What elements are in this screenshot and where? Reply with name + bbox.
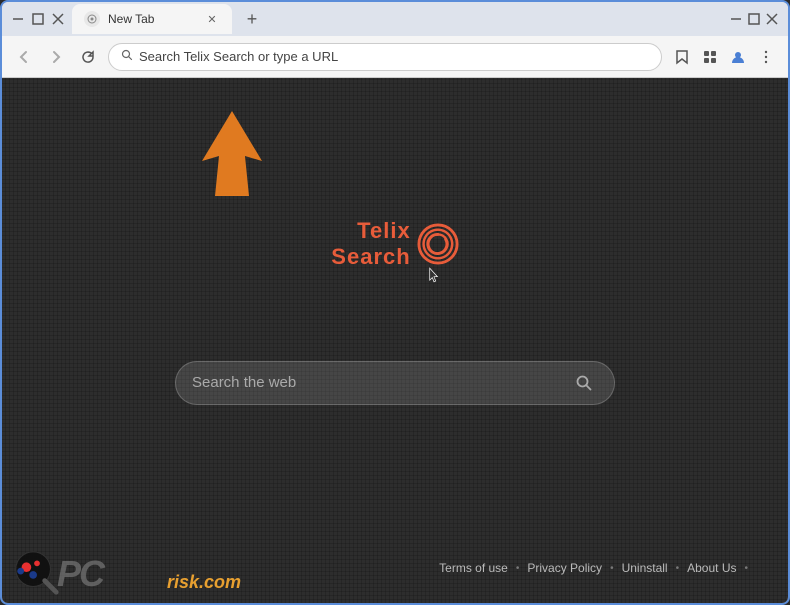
url-text: Search Telix Search or type a URL xyxy=(139,49,649,64)
logo-area: Telix Search xyxy=(331,218,458,271)
dot-1: • xyxy=(516,563,520,574)
search-icon[interactable] xyxy=(570,369,598,397)
tab-title: New Tab xyxy=(108,12,154,26)
logo-telix: Telix xyxy=(357,218,411,244)
pcrisk-com-text: risk.com xyxy=(167,572,241,593)
bottom-watermark: PC risk.com Terms of use • Privacy Polic… xyxy=(2,543,788,603)
logo-container: Telix Search xyxy=(331,218,458,271)
footer-links: Terms of use • Privacy Policy • Uninstal… xyxy=(439,561,748,589)
bookmark-icon[interactable] xyxy=(670,45,694,69)
close-btn-right[interactable] xyxy=(764,11,780,27)
toolbar-icons xyxy=(670,45,778,69)
address-bar: Search Telix Search or type a URL xyxy=(2,36,788,78)
dot-2: • xyxy=(610,563,614,574)
page-content: Telix Search Search the web xyxy=(2,78,788,603)
minimize-button[interactable] xyxy=(10,11,26,27)
tab-favicon xyxy=(84,11,100,27)
orange-arrow xyxy=(187,106,277,206)
maximize-button[interactable] xyxy=(30,11,46,27)
new-tab-button[interactable]: + xyxy=(238,5,266,33)
terms-link[interactable]: Terms of use xyxy=(439,561,508,575)
pcrisk-logo: PC risk.com xyxy=(2,543,202,603)
about-link[interactable]: About Us xyxy=(687,561,736,575)
dot-3: • xyxy=(676,563,680,574)
browser-window: New Tab ✕ + xyxy=(0,0,790,605)
url-bar[interactable]: Search Telix Search or type a URL xyxy=(108,43,662,71)
forward-button[interactable] xyxy=(44,45,68,69)
logo-search: Search xyxy=(331,244,410,270)
profile-icon[interactable] xyxy=(726,45,750,69)
logo-text: Telix Search xyxy=(331,218,410,271)
minimize-btn-right[interactable] xyxy=(728,11,744,27)
back-button[interactable] xyxy=(12,45,36,69)
reload-button[interactable] xyxy=(76,45,100,69)
extensions-icon[interactable] xyxy=(698,45,722,69)
window-controls xyxy=(10,11,66,27)
dot-4: • xyxy=(744,563,748,574)
close-button[interactable] xyxy=(50,11,66,27)
privacy-link[interactable]: Privacy Policy xyxy=(527,561,602,575)
search-box-wrapper: Search the web xyxy=(175,361,615,405)
logo-spiral-icon xyxy=(417,223,459,265)
title-bar: New Tab ✕ + xyxy=(2,2,788,36)
menu-icon[interactable] xyxy=(754,45,778,69)
url-search-icon xyxy=(121,49,133,64)
restore-btn-right[interactable] xyxy=(746,11,762,27)
browser-tab[interactable]: New Tab ✕ xyxy=(72,4,232,34)
pcrisk-icon xyxy=(12,548,62,598)
pcrisk-text: PC xyxy=(57,553,103,595)
search-placeholder: Search the web xyxy=(192,374,560,391)
uninstall-link[interactable]: Uninstall xyxy=(622,561,668,575)
tab-close-button[interactable]: ✕ xyxy=(204,11,220,27)
search-box[interactable]: Search the web xyxy=(175,361,615,405)
